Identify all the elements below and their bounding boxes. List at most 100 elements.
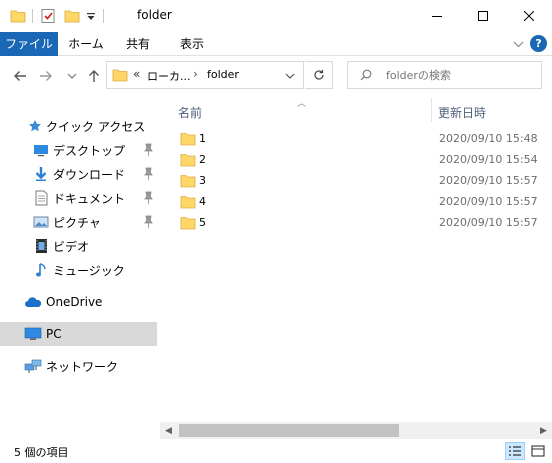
sidebar-item-music[interactable]: ミュージック: [0, 258, 157, 282]
cloud-icon: [24, 293, 42, 311]
navigation-pane: クイック アクセス デスクトップ ダウンロード ドキュメント ピクチャ ビデオ: [0, 104, 160, 434]
sidebar-item-onedrive[interactable]: OneDrive: [0, 290, 157, 314]
sidebar-item-label: デスクトップ: [53, 143, 126, 158]
sidebar-item-desktop[interactable]: デスクトップ: [0, 138, 157, 162]
search-box[interactable]: [347, 61, 542, 89]
search-input[interactable]: [386, 67, 536, 83]
sidebar-item-downloads[interactable]: ダウンロード: [0, 162, 157, 186]
divider: [103, 9, 104, 23]
breadcrumb-item[interactable]: ローカ...: [147, 68, 191, 84]
table-row[interactable]: 5 2020/09/10 15:57: [160, 213, 552, 234]
file-name: 3: [199, 174, 206, 187]
refresh-button[interactable]: [305, 61, 333, 89]
scroll-right-icon[interactable]: ▶: [535, 422, 552, 439]
column-header-bar: ︿ 名前 更新日時: [160, 98, 552, 122]
sidebar-item-label: ネットワーク: [46, 359, 119, 374]
large-icons-view-icon: [531, 445, 545, 457]
document-icon: [32, 189, 50, 207]
pin-icon[interactable]: [142, 191, 154, 205]
title-bar: folder: [0, 0, 552, 32]
refresh-icon: [313, 69, 324, 80]
pin-icon[interactable]: [142, 215, 154, 229]
scroll-left-icon[interactable]: ◀: [160, 422, 177, 439]
download-icon: [32, 165, 50, 183]
back-button[interactable]: [10, 66, 30, 86]
folder-icon: [180, 217, 196, 230]
table-row[interactable]: 3 2020/09/10 15:57: [160, 171, 552, 192]
tab-share[interactable]: 共有: [116, 32, 160, 56]
table-row[interactable]: 2 2020/09/10 15:54: [160, 150, 552, 171]
address-dropdown-icon[interactable]: [282, 68, 298, 84]
folder-icon: [10, 7, 26, 25]
folder-icon: [112, 68, 128, 85]
sidebar-item-label: ビデオ: [53, 239, 90, 254]
details-view-button[interactable]: [505, 442, 525, 460]
column-header-name[interactable]: 名前: [178, 104, 202, 121]
item-count: 5 個の項目: [14, 446, 69, 459]
sidebar-item-documents[interactable]: ドキュメント: [0, 186, 157, 210]
sidebar-item-label: OneDrive: [46, 295, 103, 309]
table-row[interactable]: 4 2020/09/10 15:57: [160, 192, 552, 213]
details-view-icon: [509, 446, 521, 456]
file-date: 2020/09/10 15:48: [439, 132, 538, 145]
ribbon: ファイル ホーム 共有 表示 ?: [0, 32, 552, 56]
file-name: 5: [199, 216, 206, 229]
tab-home[interactable]: ホーム: [62, 32, 110, 56]
large-icons-view-button[interactable]: [528, 442, 548, 460]
breadcrumb-separator[interactable]: ›: [193, 67, 198, 81]
network-icon: [24, 357, 42, 375]
scrollbar-thumb[interactable]: [179, 424, 399, 437]
folder-icon: [180, 175, 196, 188]
sidebar-item-network[interactable]: ネットワーク: [0, 354, 157, 378]
close-button[interactable]: [506, 0, 552, 32]
sidebar-item-label: ドキュメント: [53, 191, 126, 206]
file-date: 2020/09/10 15:57: [439, 174, 538, 187]
folder-icon: [180, 196, 196, 209]
folder-icon: [180, 154, 196, 167]
properties-icon[interactable]: [40, 7, 56, 25]
desktop-icon: [32, 141, 50, 159]
column-header-date[interactable]: 更新日時: [438, 104, 486, 121]
sidebar-item-quick-access[interactable]: クイック アクセス: [0, 114, 157, 138]
sidebar-item-label: ダウンロード: [53, 167, 126, 182]
help-icon[interactable]: ?: [530, 35, 547, 52]
recent-locations-button[interactable]: [62, 66, 82, 86]
file-list[interactable]: ︿ 名前 更新日時 1 2020/09/10 15:48 2 2020/09/1…: [160, 98, 552, 434]
file-date: 2020/09/10 15:57: [439, 195, 538, 208]
title-divider: [116, 6, 124, 26]
forward-button[interactable]: [36, 66, 56, 86]
status-bar: 5 個の項目: [0, 440, 552, 463]
customize-quick-access-icon[interactable]: [86, 7, 96, 25]
address-bar[interactable]: « ローカ... › folder: [106, 61, 304, 89]
music-icon: [32, 261, 50, 279]
maximize-button[interactable]: [460, 0, 506, 32]
sidebar-item-label: ミュージック: [53, 263, 125, 278]
tab-view[interactable]: 表示: [168, 32, 216, 56]
horizontal-scrollbar[interactable]: ◀ ▶: [160, 422, 552, 439]
table-row[interactable]: 1 2020/09/10 15:48: [160, 129, 552, 150]
expand-ribbon-icon[interactable]: [510, 36, 526, 52]
up-button[interactable]: [84, 66, 104, 86]
file-date: 2020/09/10 15:57: [439, 216, 538, 229]
column-divider[interactable]: [431, 98, 432, 122]
sidebar-item-label: ピクチャ: [53, 215, 101, 230]
pin-icon[interactable]: [142, 143, 154, 157]
star-icon: [26, 117, 44, 135]
tab-file[interactable]: ファイル: [0, 32, 58, 56]
sidebar-item-pictures[interactable]: ピクチャ: [0, 210, 157, 234]
new-folder-icon[interactable]: [64, 7, 80, 25]
file-name: 1: [199, 132, 206, 145]
search-icon: [360, 69, 372, 84]
breadcrumb-item[interactable]: folder: [207, 68, 239, 81]
window-title: folder: [137, 8, 172, 22]
sidebar-item-videos[interactable]: ビデオ: [0, 234, 157, 258]
file-name: 4: [199, 195, 206, 208]
pin-icon[interactable]: [142, 167, 154, 181]
minimize-button[interactable]: [414, 0, 460, 32]
sidebar-item-label: クイック アクセス: [46, 119, 146, 134]
file-date: 2020/09/10 15:54: [439, 153, 538, 166]
pc-icon: [24, 325, 42, 343]
file-name: 2: [199, 153, 206, 166]
sidebar-item-pc[interactable]: PC: [0, 322, 157, 346]
overflow-chevron[interactable]: «: [133, 67, 140, 81]
